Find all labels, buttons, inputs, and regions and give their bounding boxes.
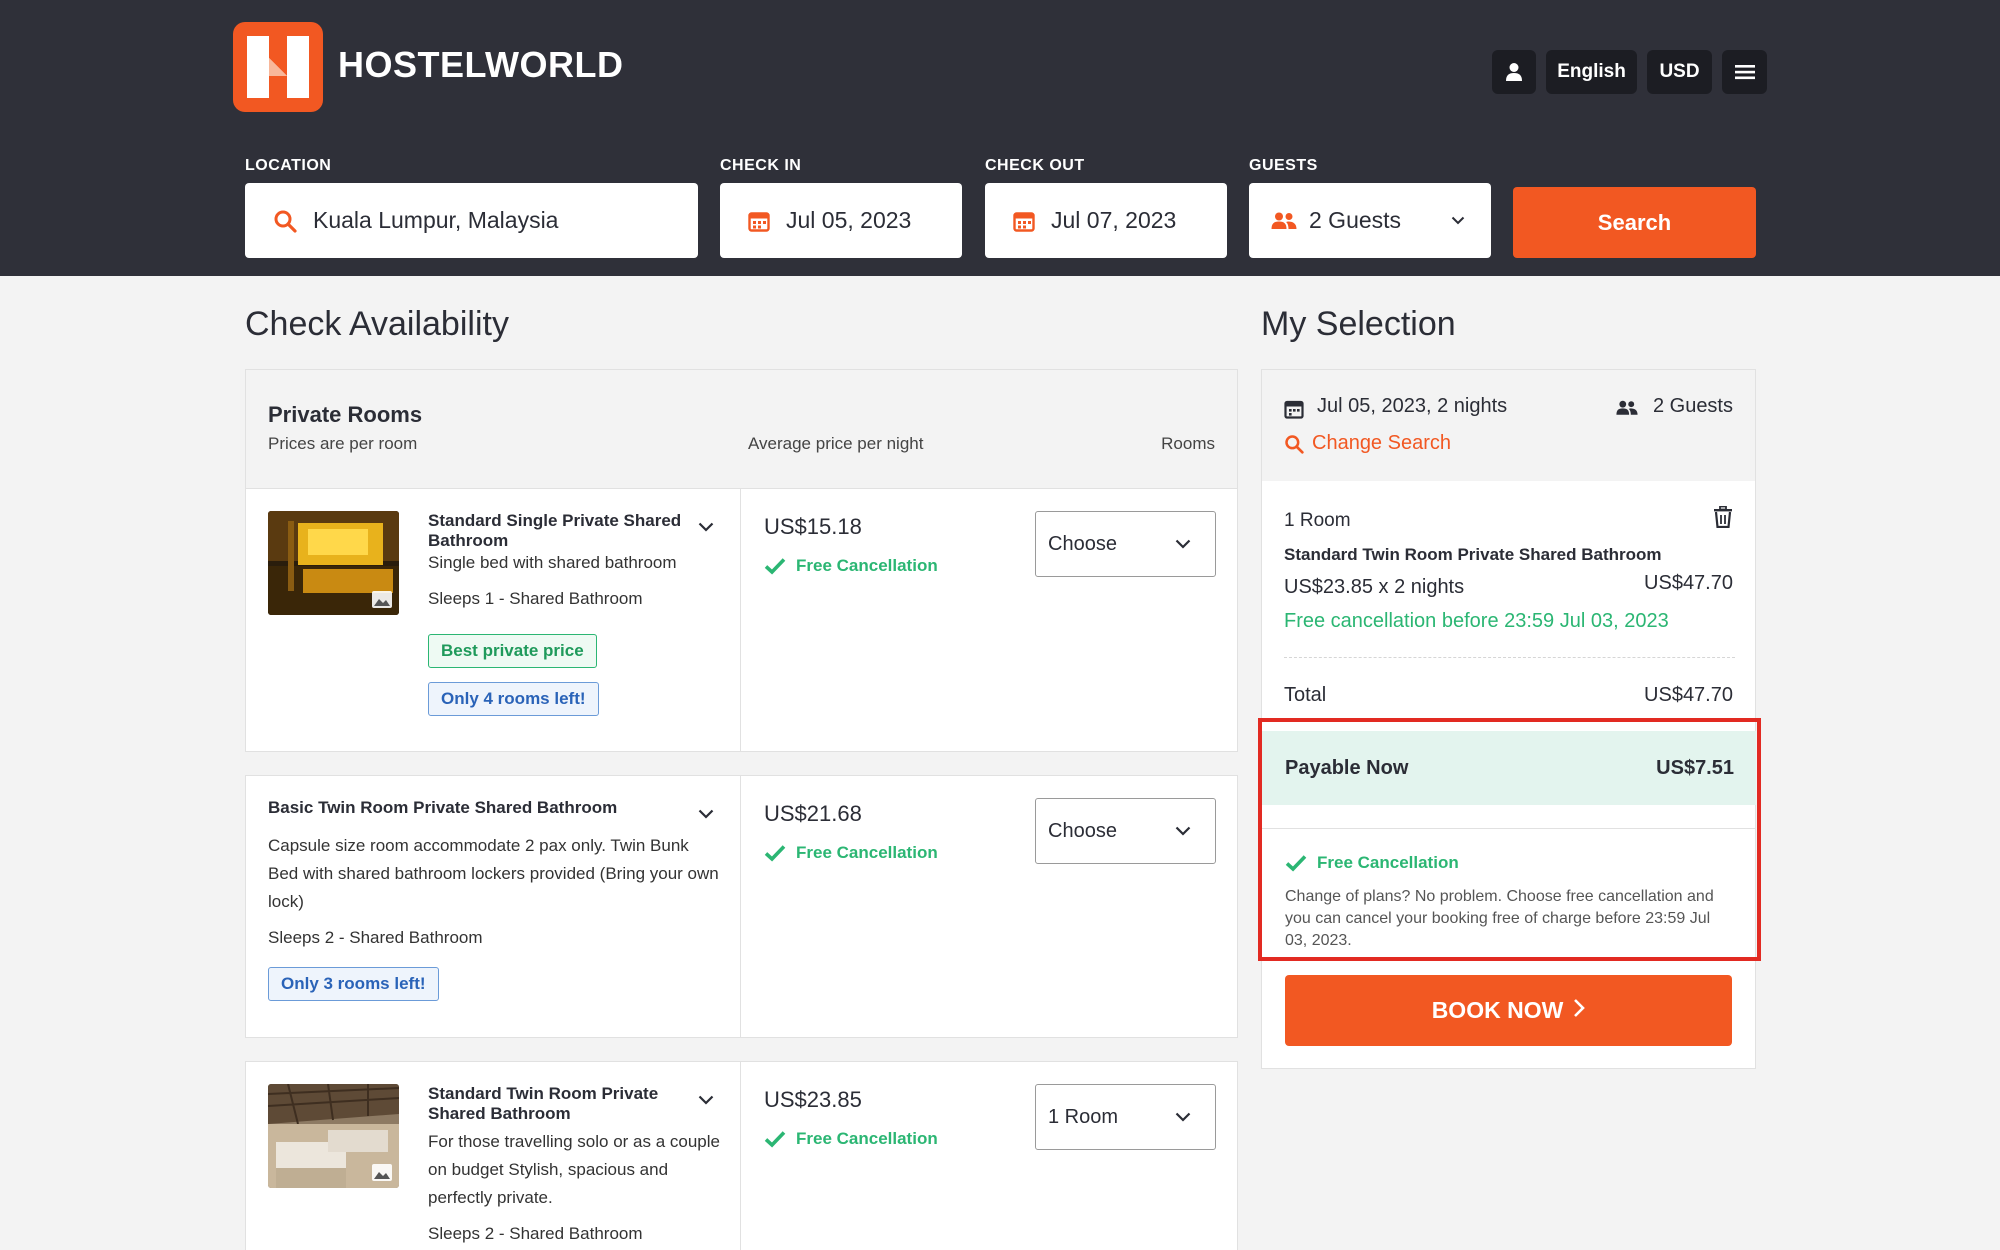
location-label: LOCATION (245, 157, 332, 174)
account-button[interactable] (1492, 50, 1536, 94)
total-value: US$47.70 (1644, 684, 1733, 706)
room-quantity-value: 1 Room (1048, 1105, 1119, 1128)
room-quantity-select[interactable]: Choose (1035, 511, 1216, 577)
chevron-down-icon (1175, 1112, 1191, 1122)
check-availability-heading: Check Availability (245, 305, 509, 343)
chevron-right-icon (1574, 998, 1586, 1017)
brand-name[interactable]: HOSTELWORLD (338, 44, 623, 86)
room-description: Single bed with shared bathroom (428, 553, 677, 572)
room-description: For those travelling solo or as a couple… (428, 1132, 720, 1207)
room-title[interactable]: Standard Twin Room Private Shared Bathro… (428, 1084, 693, 1124)
search-icon (273, 209, 297, 233)
selected-room-name: Standard Twin Room Private Shared Bathro… (1284, 545, 1662, 564)
room-subtotal: US$47.70 (1644, 572, 1733, 594)
room-photo[interactable] (268, 1084, 399, 1188)
free-cancellation-label: Free Cancellation (796, 843, 938, 862)
calendar-icon (1284, 399, 1304, 424)
language-button[interactable]: English (1546, 50, 1637, 94)
currency-button[interactable]: USD (1647, 50, 1712, 94)
chevron-down-icon (1175, 539, 1191, 549)
section-title: Private Rooms (268, 402, 423, 427)
checkin-label: CHECK IN (720, 157, 802, 174)
highlight-box (1258, 718, 1761, 961)
column-divider (740, 776, 741, 1037)
room-price: US$15.18 (764, 514, 862, 539)
hostelworld-logo-icon[interactable] (233, 22, 323, 112)
selection-guests: 2 Guests (1652, 395, 1733, 417)
free-cancellation-label: Free Cancellation (796, 1129, 938, 1148)
rooms-left-badge: Only 4 rooms left! (428, 682, 599, 716)
change-search-label: Change Search (1312, 432, 1451, 454)
room-sleeps: Sleeps 2 - Shared Bathroom (268, 928, 483, 947)
total-label: Total (1284, 684, 1327, 706)
book-now-button[interactable]: BOOK NOW (1285, 975, 1732, 1046)
checkin-field[interactable]: Jul 05, 2023 (720, 183, 962, 258)
guests-label: GUESTS (1249, 157, 1318, 174)
chevron-down-icon[interactable] (698, 806, 714, 824)
guests-select[interactable]: 2 Guests (1249, 183, 1491, 258)
checkin-value: Jul 05, 2023 (786, 207, 912, 233)
room-title[interactable]: Standard Single Private Shared Bathroom (428, 511, 693, 551)
free-cancellation: Free Cancellation (764, 556, 938, 576)
price-column-header: Average price per night (748, 434, 924, 453)
best-price-badge: Best private price (428, 634, 597, 668)
trash-icon[interactable] (1713, 505, 1733, 533)
summary-divider (1284, 657, 1735, 658)
private-rooms-header: Private Rooms Prices are per room Averag… (245, 369, 1238, 489)
column-divider (740, 489, 741, 751)
free-cancellation-deadline: Free cancellation before 23:59 Jul 03, 2… (1284, 610, 1669, 632)
checkout-value: Jul 07, 2023 (1051, 207, 1177, 233)
user-icon (1506, 63, 1522, 81)
room-quantity-select[interactable]: Choose (1035, 798, 1216, 864)
chevron-down-icon[interactable] (698, 519, 714, 537)
room-title[interactable]: Basic Twin Room Private Shared Bathroom (268, 798, 688, 818)
rooms-column-header: Rooms (1161, 434, 1215, 453)
chevron-down-icon (1175, 826, 1191, 836)
checkout-label: CHECK OUT (985, 157, 1085, 174)
room-price: US$23.85 (764, 1087, 862, 1112)
room-price: US$21.68 (764, 801, 862, 826)
search-button[interactable]: Search (1513, 187, 1756, 258)
selection-dates: Jul 05, 2023, 2 nights (1317, 395, 1508, 417)
free-cancellation-label: Free Cancellation (796, 556, 938, 575)
room-card: Standard Single Private Shared Bathroom … (245, 488, 1238, 752)
room-sleeps: Sleeps 1 - Shared Bathroom (428, 589, 643, 608)
room-card: Basic Twin Room Private Shared Bathroom … (245, 775, 1238, 1038)
room-card: Standard Twin Room Private Shared Bathro… (245, 1061, 1238, 1250)
location-value: Kuala Lumpur, Malaysia (313, 207, 559, 233)
free-cancellation: Free Cancellation (764, 843, 938, 863)
rooms-left-badge: Only 3 rooms left! (268, 967, 439, 1001)
checkmark-icon (764, 558, 786, 575)
my-selection-heading: My Selection (1261, 305, 1456, 343)
guests-icon (1271, 211, 1297, 231)
room-description: Capsule size room accommodate 2 pax only… (268, 836, 719, 911)
site-header: HOSTELWORLD English USD LOCATION Kuala L… (0, 0, 2000, 276)
location-field[interactable]: Kuala Lumpur, Malaysia (245, 183, 698, 258)
room-quantity-select[interactable]: 1 Room (1035, 1084, 1216, 1150)
calendar-icon (1013, 210, 1035, 232)
chevron-down-icon[interactable] (698, 1092, 714, 1110)
calendar-icon (748, 210, 770, 232)
search-icon (1285, 434, 1304, 454)
change-search-link[interactable]: Change Search (1284, 432, 1451, 455)
column-divider (740, 1062, 741, 1250)
chevron-down-icon (1451, 216, 1465, 225)
room-photo[interactable] (268, 511, 399, 615)
hamburger-icon (1734, 65, 1755, 80)
room-quantity-value: Choose (1048, 532, 1117, 555)
checkout-field[interactable]: Jul 07, 2023 (985, 183, 1227, 258)
guests-value: 2 Guests (1309, 207, 1402, 233)
price-calculation: US$23.85 x 2 nights (1284, 576, 1465, 598)
checkmark-icon (764, 1131, 786, 1148)
free-cancellation: Free Cancellation (764, 1129, 938, 1149)
section-subtitle: Prices are per room (268, 434, 418, 453)
selection-summary-header: Jul 05, 2023, 2 nights 2 Guests Change S… (1261, 369, 1756, 482)
room-quantity-value: Choose (1048, 819, 1117, 842)
guests-icon (1616, 399, 1638, 422)
menu-button[interactable] (1722, 50, 1767, 94)
checkmark-icon (764, 845, 786, 862)
book-now-label: BOOK NOW (1431, 997, 1564, 1023)
room-count: 1 Room (1284, 510, 1351, 531)
room-sleeps: Sleeps 2 - Shared Bathroom (428, 1224, 643, 1243)
